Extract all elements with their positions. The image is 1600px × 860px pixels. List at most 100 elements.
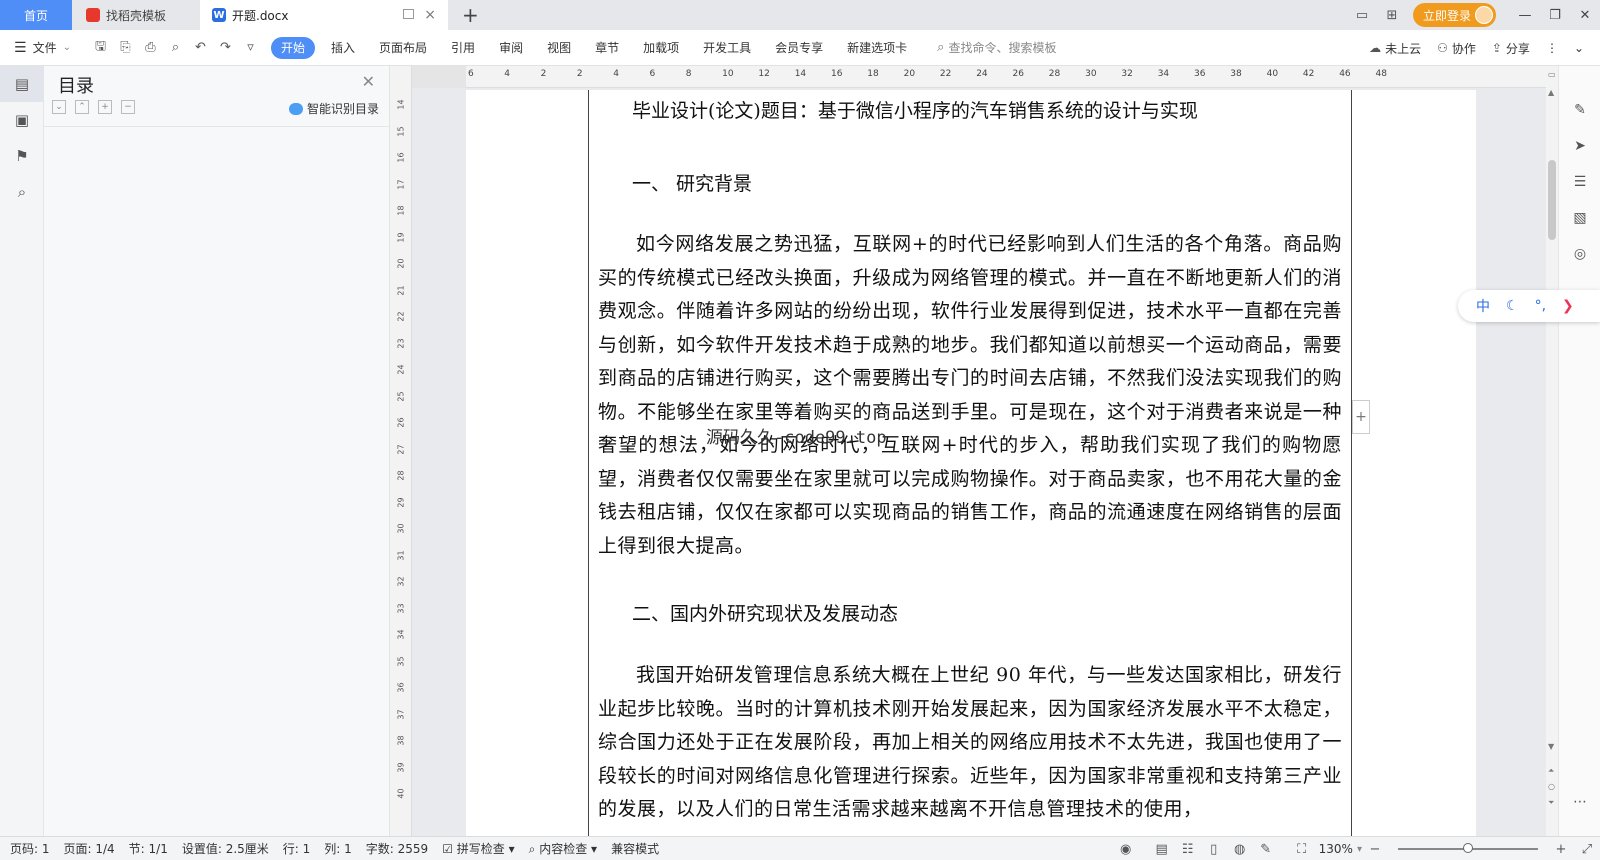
layout-icon[interactable]: ▭: [1347, 0, 1377, 30]
login-button[interactable]: 立即登录: [1412, 3, 1496, 27]
vertical-scrollbar[interactable]: ▭ ▲ ▼ ⏶ ○ ⏷: [1546, 66, 1558, 836]
check-icon: ☑: [442, 842, 453, 856]
tab-insert[interactable]: 插入: [319, 37, 367, 59]
restore-icon[interactable]: ❐: [1540, 8, 1570, 23]
edit-pen-icon[interactable]: ✎: [1559, 92, 1600, 128]
scroll-up-icon[interactable]: ▲: [1548, 88, 1554, 97]
share-button[interactable]: ⇪ 分享: [1492, 40, 1530, 57]
export-icon[interactable]: ⎘: [113, 40, 138, 55]
file-menu[interactable]: ☰ 文件 ⌄: [0, 39, 88, 56]
adjust-icon[interactable]: ☰: [1559, 164, 1600, 200]
moon-icon[interactable]: ☾: [1506, 298, 1519, 314]
zoom-out-icon[interactable]: −: [1362, 842, 1388, 857]
tab-find-template[interactable]: 找稻壳模板: [72, 0, 200, 30]
spell-check[interactable]: ☑ 拼写检查 ▾: [442, 840, 514, 857]
find-icon[interactable]: ⌕: [0, 174, 44, 210]
location-icon[interactable]: ◎: [1559, 236, 1600, 272]
content-check[interactable]: ⌕ 内容检查 ▾: [529, 840, 597, 857]
more-options-icon[interactable]: ⋯: [1559, 784, 1600, 820]
expand-icon[interactable]: ⌄: [52, 100, 66, 114]
zoom-in-icon[interactable]: +: [1548, 842, 1574, 857]
select-browse-icon[interactable]: ○: [1548, 782, 1555, 791]
smart-toc-icon: [288, 102, 303, 115]
zoom-slider-knob[interactable]: [1463, 843, 1473, 853]
document-page[interactable]: 毕业设计(论文)题目：基于微信小程序的汽车销售系统的设计与实现 一、 研究背景 …: [466, 90, 1476, 836]
select-cursor-icon[interactable]: ➤: [1559, 128, 1600, 164]
image-tool-icon[interactable]: ▧: [1559, 200, 1600, 236]
status-page-num[interactable]: 页码: 1: [10, 840, 50, 857]
web-view-icon[interactable]: ◍: [1227, 842, 1253, 857]
page-view-icon[interactable]: ▤: [1149, 842, 1175, 857]
collab-button[interactable]: ⚇ 协作: [1437, 40, 1476, 57]
scroll-down-icon[interactable]: ▼: [1548, 742, 1554, 751]
ruler-number: 26: [1012, 69, 1024, 79]
tab-member[interactable]: 会员专享: [763, 37, 835, 59]
command-search[interactable]: ⌕ 查找命令、搜索模板: [937, 39, 1056, 56]
status-col[interactable]: 列: 1: [324, 840, 352, 857]
status-section[interactable]: 节: 1/1: [129, 840, 168, 857]
window-mode-icon[interactable]: [403, 9, 414, 19]
read-view-icon[interactable]: ▯: [1201, 842, 1227, 857]
zoom-slider[interactable]: [1398, 843, 1538, 853]
remove-level-icon[interactable]: −: [121, 100, 135, 114]
ruler-number: 40: [1266, 69, 1279, 79]
smart-toc-button[interactable]: 智能识别目录: [288, 100, 379, 117]
bookmark-icon[interactable]: ⚑: [0, 138, 44, 174]
outline-view-icon[interactable]: ☷: [1175, 842, 1201, 857]
toc-panel-icon[interactable]: ▤: [0, 66, 44, 102]
toc-divider: [44, 126, 389, 127]
tab-close-icon[interactable]: ×: [424, 7, 436, 23]
fullscreen-icon[interactable]: ⤢: [1574, 842, 1600, 857]
tab-review[interactable]: 审阅: [487, 37, 535, 59]
punctuation-icon[interactable]: °,: [1535, 298, 1546, 314]
tab-addins[interactable]: 加载项: [631, 37, 691, 59]
prev-page-icon[interactable]: ⏶: [1548, 766, 1554, 776]
write-mode-icon[interactable]: ✎: [1253, 842, 1279, 857]
zoom-level[interactable]: 130%: [1319, 842, 1353, 856]
status-setting[interactable]: 设置值: 2.5厘米: [182, 840, 269, 857]
ruler-number: 24: [396, 364, 406, 375]
collapse-icon[interactable]: ⌃: [75, 100, 89, 114]
status-pages[interactable]: 页面: 1/4: [64, 840, 115, 857]
ime-lang[interactable]: 中: [1476, 296, 1490, 316]
ruler-number: 16: [396, 152, 406, 163]
watermark-text: 源码久久-code99.top: [706, 428, 887, 448]
navigation-icon[interactable]: ▣: [0, 102, 44, 138]
undo-icon[interactable]: ↶: [188, 40, 213, 55]
add-level-icon[interactable]: +: [98, 100, 112, 114]
tab-references[interactable]: 引用: [439, 37, 487, 59]
ruler-toggle-icon[interactable]: ▭: [1548, 70, 1556, 79]
collapse-ribbon-icon[interactable]: ⌄: [1574, 41, 1584, 55]
new-tab-button[interactable]: +: [462, 3, 479, 27]
customize-icon[interactable]: ▿: [238, 40, 263, 55]
tab-document[interactable]: W 开题.docx ×: [200, 0, 448, 30]
add-block-handle[interactable]: +: [1352, 400, 1370, 434]
tab-find-template-label: 找稻壳模板: [106, 8, 167, 23]
eye-protect-icon[interactable]: ◉: [1113, 842, 1139, 857]
print-icon[interactable]: ⎙: [138, 40, 163, 55]
tab-developer[interactable]: 开发工具: [691, 37, 763, 59]
tab-home[interactable]: 首页: [0, 0, 72, 30]
print-preview-icon[interactable]: ⌕: [163, 40, 188, 55]
ime-expand-icon[interactable]: ❯: [1562, 298, 1574, 314]
minimize-icon[interactable]: —: [1510, 8, 1540, 23]
tab-view[interactable]: 视图: [535, 37, 583, 59]
tab-chapter[interactable]: 章节: [583, 37, 631, 59]
redo-icon[interactable]: ↷: [213, 40, 238, 55]
tab-new[interactable]: 新建选项卡: [835, 37, 919, 59]
status-words[interactable]: 字数: 2559: [366, 840, 428, 857]
cloud-status[interactable]: ☁ 未上云: [1369, 40, 1421, 57]
status-row[interactable]: 行: 1: [283, 840, 311, 857]
close-window-icon[interactable]: ✕: [1570, 8, 1600, 23]
ime-toolbar[interactable]: 中 ☾ °, ❯: [1458, 290, 1600, 322]
share-icon: ⇪: [1491, 41, 1502, 55]
apps-grid-icon[interactable]: ⊞: [1377, 0, 1407, 30]
tab-page-layout[interactable]: 页面布局: [367, 37, 439, 59]
save-icon[interactable]: 🖫: [88, 37, 113, 59]
tab-start[interactable]: 开始: [271, 36, 316, 59]
next-page-icon[interactable]: ⏷: [1548, 798, 1554, 808]
fit-page-icon[interactable]: ⛶: [1289, 842, 1315, 857]
scrollbar-thumb[interactable]: [1548, 160, 1556, 240]
toc-close-icon[interactable]: ✕: [362, 72, 375, 91]
more-icon[interactable]: ⋮: [1546, 41, 1558, 55]
